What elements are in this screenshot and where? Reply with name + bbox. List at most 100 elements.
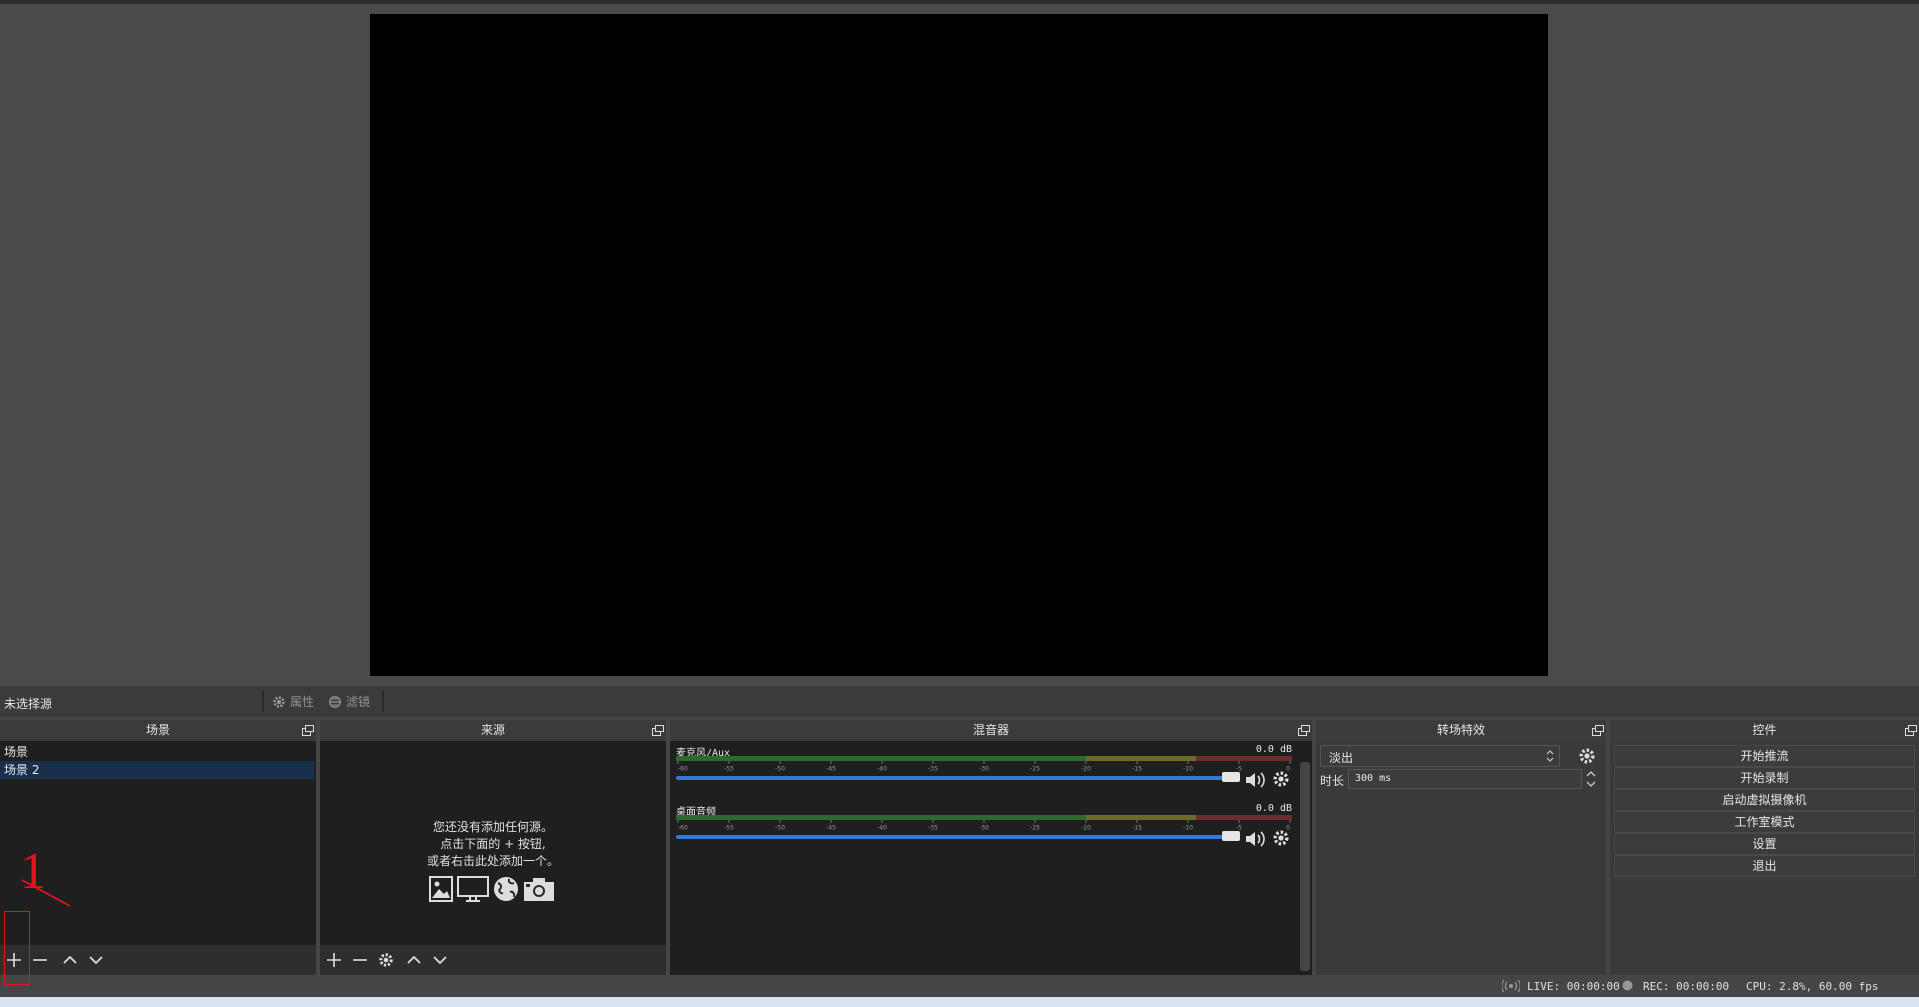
speaker-icon[interactable]: [1244, 829, 1268, 849]
mixer-title: 混音器: [972, 723, 1009, 737]
source-type-icons: [428, 875, 555, 903]
spin-arrows-icon[interactable]: [1584, 769, 1598, 789]
meter-scale: -60 -55 -50 -45 -40 -35 -30 -25 -20 -15 -10 -5 0: [677, 820, 1291, 831]
meter-tick-label: -20: [1081, 825, 1091, 831]
transitions-title: 转场特效: [1436, 723, 1485, 737]
source-list[interactable]: 您还没有添加任何源。 点击下面的 + 按钮, 或者右击此处添加一个。: [320, 741, 666, 945]
transitions-dock-title: 转场特效: [1316, 720, 1606, 741]
speaker-icon[interactable]: [1244, 770, 1268, 790]
monitor-icon: [457, 876, 489, 902]
volume-slider-handle[interactable]: [1222, 831, 1240, 841]
meter-tick-label: -35: [928, 766, 938, 772]
filters-button[interactable]: 滤镜: [328, 693, 370, 710]
meter-tick-label: -25: [1030, 825, 1040, 831]
gear-icon[interactable]: [1272, 770, 1290, 788]
scene-item-selected[interactable]: 场景 2: [0, 761, 314, 779]
volume-slider-handle[interactable]: [1222, 772, 1240, 782]
globe-icon: [494, 877, 518, 901]
start-streaming-button[interactable]: 开始推流: [1614, 745, 1915, 767]
move-down-icon[interactable]: [88, 952, 104, 968]
gear-icon[interactable]: [1272, 829, 1290, 847]
filter-icon: [329, 695, 341, 708]
transition-select[interactable]: 淡出: [1320, 745, 1560, 767]
preview-canvas[interactable]: [370, 14, 1548, 676]
settings-button[interactable]: 设置: [1614, 833, 1915, 855]
meter-tick-label: -55: [724, 766, 734, 772]
channel-volume-db: 0.0 dB: [1255, 744, 1292, 755]
duration-value: 300 ms: [1355, 773, 1392, 784]
sources-dock: 来源 您还没有添加任何源。 点击下面的 + 按钮, 或者右击此处添加一个。: [320, 720, 666, 975]
add-source-icon[interactable]: [326, 952, 342, 968]
meter-tick-label: -15: [1132, 766, 1142, 772]
mixer-scrollbar[interactable]: [1300, 762, 1310, 971]
start-virtual-camera-button[interactable]: 启动虚拟摄像机: [1614, 789, 1915, 811]
status-bar: LIVE: 00:00:00 REC: 00:00:00 CPU: 2.8%, …: [0, 975, 1919, 997]
meter-tick-label: -20: [1081, 766, 1091, 772]
annotation-box: [4, 911, 30, 985]
meter-tick-label: -30: [979, 825, 989, 831]
gear-icon[interactable]: [378, 952, 394, 968]
duration-input[interactable]: 300 ms: [1348, 769, 1582, 789]
duration-label: 时长: [1320, 774, 1345, 788]
transition-selected-value: 淡出: [1329, 751, 1354, 765]
meter-tick-label: -45: [826, 825, 836, 831]
sources-dock-title: 来源: [320, 720, 666, 741]
meter-scale: -60 -55 -50 -45 -40 -35 -30 -25 -20 -15 -10 -5 0: [677, 761, 1291, 772]
controls-dock: 控件 开始推流 开始录制 启动虚拟摄像机 工作室模式 设置 退出: [1610, 720, 1919, 975]
properties-button[interactable]: 属性: [272, 693, 314, 710]
meter-tick-label: -60: [678, 825, 688, 831]
rec-timer: REC: 00:00:00: [1643, 980, 1730, 993]
move-up-icon[interactable]: [62, 952, 78, 968]
scenes-dock-title: 场景: [0, 720, 316, 741]
remove-source-icon[interactable]: [352, 952, 368, 968]
meter-tick-label: -50: [775, 766, 785, 772]
mixer-area: 麦克风/Aux 0.0 dB -60 -55 -50 -45 -40 -35 -30 -25-…: [670, 741, 1312, 975]
mixer-dock: 混音器 麦克风/Aux 0.0 dB -60 -55 -50 -45 -40 -35 -30…: [670, 720, 1312, 975]
controls-dock-title: 控件: [1610, 720, 1919, 741]
volume-slider[interactable]: [676, 835, 1236, 839]
image-icon: [429, 876, 453, 902]
empty-message-line: 您还没有添加任何源。: [432, 820, 553, 834]
move-up-icon[interactable]: [406, 952, 422, 968]
broadcast-icon: [1502, 979, 1520, 993]
no-source-selected-label: 未选择源: [4, 697, 53, 711]
studio-mode-button[interactable]: 工作室模式: [1614, 811, 1915, 833]
camera-icon: [524, 878, 554, 901]
taskbar-edge: [0, 997, 1919, 1007]
undock-icon[interactable]: [302, 725, 314, 736]
meter-tick-label: -10: [1183, 825, 1193, 831]
gear-icon[interactable]: [1578, 747, 1596, 765]
move-down-icon[interactable]: [432, 952, 448, 968]
filters-label: 滤镜: [346, 695, 371, 709]
controls-title: 控件: [1752, 723, 1777, 737]
undock-icon[interactable]: [1298, 725, 1310, 736]
record-dot-icon: [1622, 980, 1633, 991]
separator: [262, 691, 264, 712]
scenes-toolbar: [0, 945, 316, 975]
transitions-dock: 转场特效 淡出 时长 300 ms: [1316, 720, 1606, 975]
undock-icon[interactable]: [652, 725, 664, 736]
meter-tick-label: -50: [775, 825, 785, 831]
meter-tick-label: -40: [877, 825, 887, 831]
sources-title: 来源: [480, 723, 505, 737]
up-down-arrows-icon: [1546, 750, 1554, 762]
separator: [382, 691, 384, 712]
exit-button[interactable]: 退出: [1614, 855, 1915, 877]
scene-list[interactable]: 场景 场景 2: [0, 741, 316, 945]
meter-tick-label: -30: [979, 766, 989, 772]
start-recording-button[interactable]: 开始录制: [1614, 767, 1915, 789]
volume-slider[interactable]: [676, 776, 1236, 780]
empty-sources-message: 您还没有添加任何源。 点击下面的 + 按钮, 或者右击此处添加一个。: [320, 819, 666, 870]
meter-tick-label: -35: [928, 825, 938, 831]
sources-toolbar: [320, 945, 666, 975]
properties-label: 属性: [290, 695, 315, 709]
scene-item[interactable]: 场景: [0, 743, 314, 761]
scenes-dock: 场景 场景 场景 2: [0, 720, 316, 975]
undock-icon[interactable]: [1905, 725, 1917, 736]
meter-tick-label: -5: [1236, 766, 1242, 772]
meter-tick-label: -55: [724, 825, 734, 831]
meter-tick-label: -25: [1030, 766, 1040, 772]
remove-scene-icon[interactable]: [32, 952, 48, 968]
mixer-dock-title: 混音器: [670, 720, 1312, 741]
undock-icon[interactable]: [1592, 725, 1604, 736]
